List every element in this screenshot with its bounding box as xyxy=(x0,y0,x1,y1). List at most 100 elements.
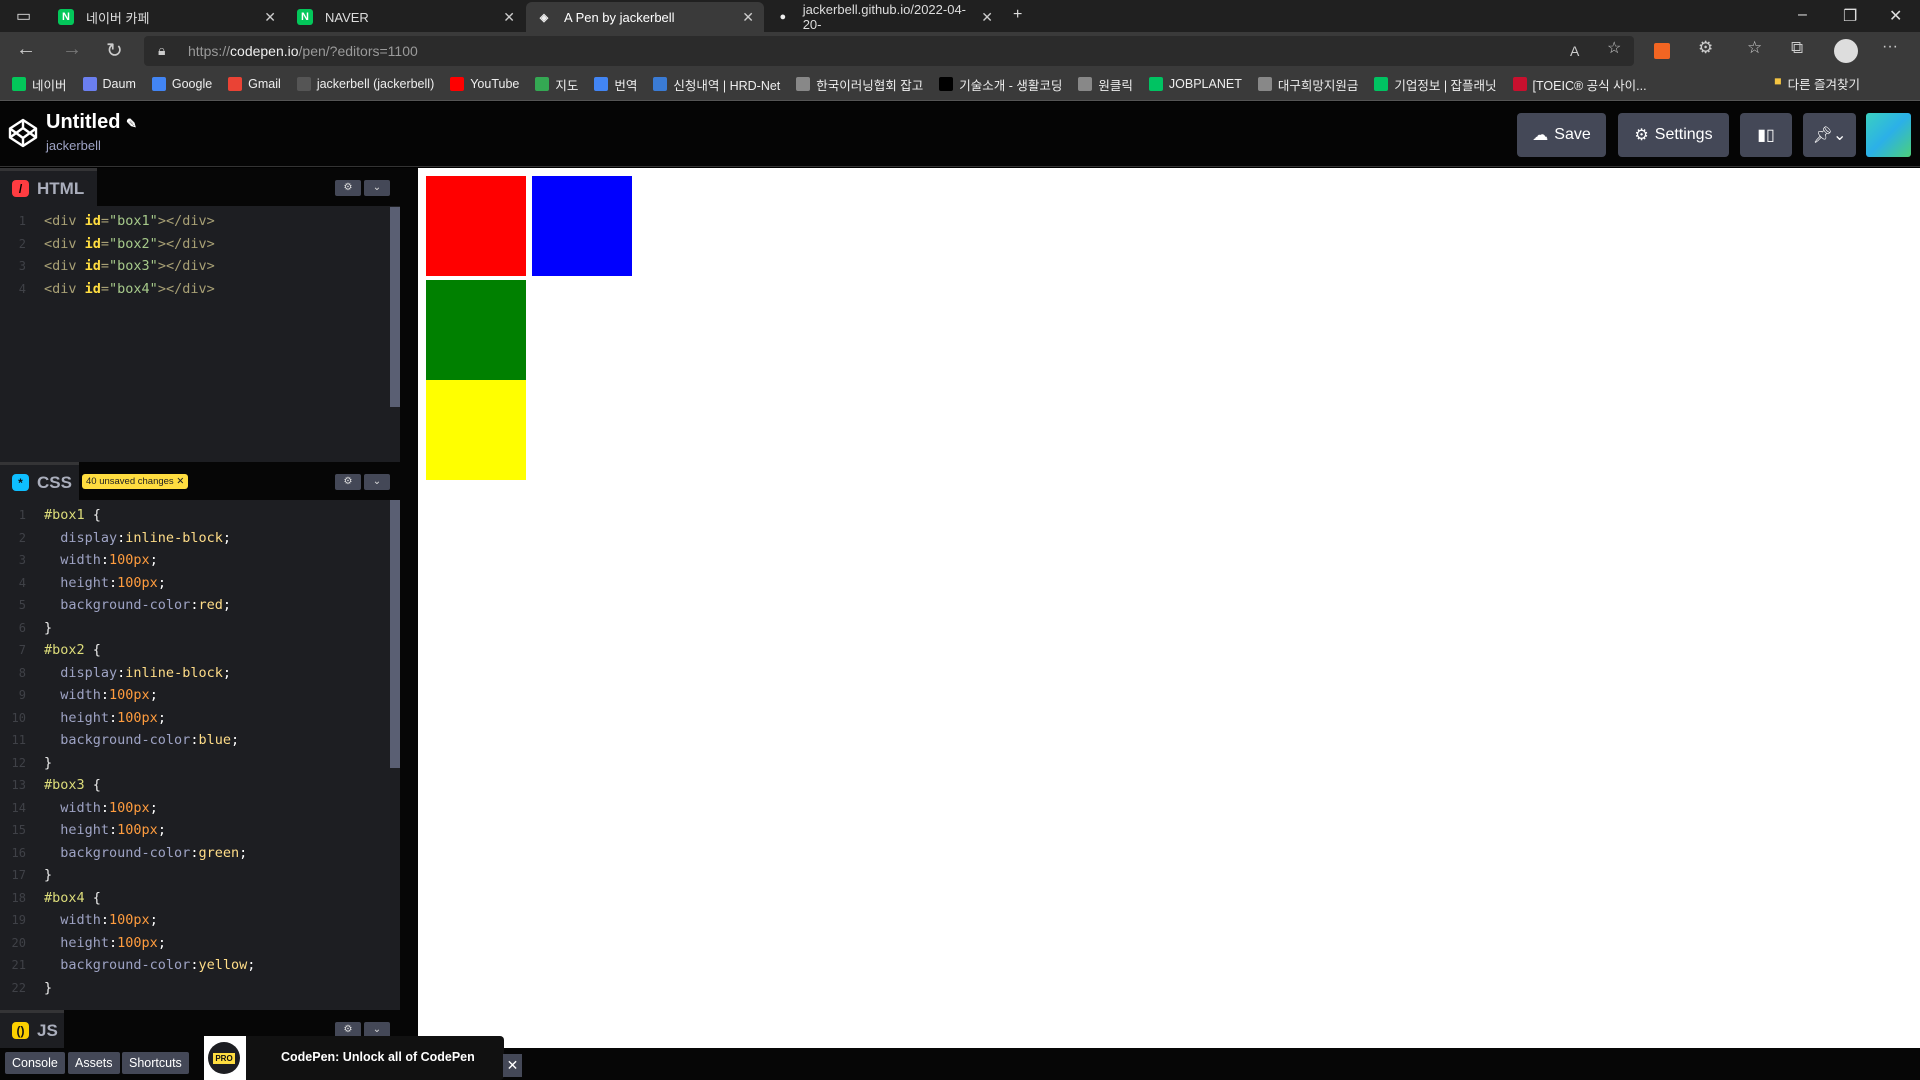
pro-promo-banner[interactable]: PRO CodePen: Unlock all of CodePen xyxy=(204,1036,504,1080)
assets-button[interactable]: Assets xyxy=(68,1052,120,1074)
browser-tab[interactable]: N 네이버 카페 ✕ xyxy=(48,2,286,32)
code-token: 100px xyxy=(109,687,150,703)
bookmark-item[interactable]: 기업정보 | 잡플래닛 xyxy=(1374,75,1497,94)
browser-tab[interactable]: ◈ A Pen by jackerbell ✕ xyxy=(526,2,764,32)
code-token: ></div> xyxy=(157,213,215,229)
address-bar[interactable]: https://codepen.io/pen/?editors=1100 xyxy=(144,36,1634,66)
browser-tab[interactable]: ● jackerbell.github.io/2022-04-20- ✕ xyxy=(765,2,1003,32)
extension-icon[interactable] xyxy=(1654,43,1670,59)
line-number: 2 xyxy=(18,236,26,251)
pen-title[interactable]: Untitled ✎ xyxy=(46,111,137,134)
codepen-logo-icon[interactable] xyxy=(8,118,38,148)
url-host: codepen.io xyxy=(230,43,299,59)
code-line: 10 height:100px; xyxy=(0,707,400,730)
extensions-icon[interactable]: ⚙ xyxy=(1698,38,1713,58)
bookmark-item[interactable]: 대구희망지원금 xyxy=(1257,75,1358,94)
user-avatar[interactable] xyxy=(1866,113,1911,157)
bookmark-favicon-icon xyxy=(1078,77,1093,91)
naver-icon: N xyxy=(297,9,313,25)
tab-actions-icon[interactable]: ▭ xyxy=(16,6,31,26)
html-scrollbar[interactable] xyxy=(390,207,400,407)
code-text: height:100px; xyxy=(44,572,166,595)
forward-icon[interactable]: → xyxy=(62,38,82,61)
code-line: 1 #box1 { xyxy=(0,504,400,527)
unsaved-changes-badge[interactable]: 40 unsaved changes ✕ xyxy=(82,474,189,489)
bookmark-item[interactable]: Google xyxy=(151,77,212,91)
pen-owner[interactable]: jackerbell xyxy=(46,138,101,153)
bookmark-item[interactable]: [TOEIC® 공식 사이... xyxy=(1512,75,1647,94)
more-menu-icon[interactable]: ··· xyxy=(1882,38,1898,56)
line-number: 17 xyxy=(11,868,26,882)
bookmark-item[interactable]: 기술소개 - 생활코딩 xyxy=(939,75,1062,94)
code-token: = xyxy=(100,258,110,274)
lock-icon[interactable]: 🔒︎ xyxy=(158,42,165,59)
html-settings-button[interactable]: ⚙ xyxy=(335,180,361,196)
css-collapse-button[interactable]: ⌄ xyxy=(364,474,390,490)
line-number: 11 xyxy=(11,733,26,747)
promo-text: CodePen: Unlock all of CodePen xyxy=(281,1050,475,1064)
add-favorite-icon[interactable]: ☆ xyxy=(1607,38,1621,58)
code-text: } xyxy=(44,977,52,1000)
bookmark-item[interactable]: YouTube xyxy=(450,77,519,91)
close-icon[interactable]: ✕ xyxy=(176,476,184,487)
bookmark-item[interactable]: jackerbell (jackerbell) xyxy=(296,77,434,91)
close-tab-icon[interactable]: ✕ xyxy=(503,9,515,26)
bookmark-item[interactable]: 지도 xyxy=(535,75,578,94)
resize-divider[interactable] xyxy=(400,168,418,1048)
html-editor-tab[interactable]: / HTML xyxy=(0,168,97,206)
console-button[interactable]: Console xyxy=(5,1052,65,1074)
save-button[interactable]: ☁ Save xyxy=(1517,113,1606,157)
pin-button[interactable]: 📌︎⌄ xyxy=(1803,113,1856,157)
css-code-editor[interactable]: 1 #box1 {2 display:inline-block; 3 width:1… xyxy=(0,504,400,1010)
restore-button[interactable]: ❐ xyxy=(1843,6,1857,26)
code-token: ; xyxy=(222,597,231,613)
code-token: : xyxy=(109,822,118,838)
code-token: ; xyxy=(239,844,248,861)
code-text: width:100px; xyxy=(44,549,158,572)
bookmark-item[interactable]: 네이버 xyxy=(12,75,67,94)
code-line: 4 <div id="box4"></div> xyxy=(0,278,400,301)
code-text: <div id="box2"></div> xyxy=(44,233,215,256)
change-view-button[interactable]: ▮▯ xyxy=(1740,113,1792,157)
code-token: 100px xyxy=(117,709,158,726)
close-promo-button[interactable]: ✕ xyxy=(503,1054,522,1077)
back-icon[interactable]: ← xyxy=(16,38,36,61)
read-aloud-icon[interactable]: A xyxy=(1570,43,1579,59)
css-editor-tab[interactable]: * CSS xyxy=(0,462,79,500)
code-token: = xyxy=(100,213,110,229)
close-tab-icon[interactable]: ✕ xyxy=(981,9,993,26)
close-tab-icon[interactable]: ✕ xyxy=(264,9,276,26)
bookmark-favicon-icon xyxy=(1512,77,1527,91)
bookmark-item[interactable]: Daum xyxy=(82,77,136,91)
bookmark-item[interactable]: JOBPLANET xyxy=(1148,77,1242,91)
browser-tab[interactable]: N NAVER ✕ xyxy=(287,2,525,32)
line-number: 12 xyxy=(11,755,26,770)
collections-icon[interactable]: ⧉ xyxy=(1791,38,1803,58)
other-bookmarks[interactable]: ■ 다른 즐겨찾기 xyxy=(1774,74,1860,93)
reload-icon[interactable]: ↻ xyxy=(106,38,123,63)
minimize-button[interactable]: – xyxy=(1798,6,1807,24)
shortcuts-button[interactable]: Shortcuts xyxy=(122,1052,189,1074)
code-text: display:inline-block; xyxy=(44,662,231,685)
js-editor-tab[interactable]: () JS xyxy=(0,1010,64,1048)
profile-avatar[interactable] xyxy=(1834,39,1858,63)
bookmark-item[interactable]: 원클릭 xyxy=(1078,75,1133,94)
settings-button[interactable]: ⚙ Settings xyxy=(1618,113,1729,157)
close-window-button[interactable]: ✕ xyxy=(1889,6,1902,26)
html-collapse-button[interactable]: ⌄ xyxy=(364,180,390,196)
line-number: 19 xyxy=(11,913,26,927)
favorites-icon[interactable]: ☆ xyxy=(1747,38,1762,58)
bookmark-item[interactable]: 신청내역 | HRD-Net xyxy=(653,75,780,94)
bookmark-item[interactable]: 번역 xyxy=(594,75,637,94)
new-tab-button[interactable]: + xyxy=(1013,6,1022,24)
css-settings-button[interactable]: ⚙ xyxy=(335,474,361,490)
edit-pencil-icon[interactable]: ✎ xyxy=(126,116,137,131)
css-scrollbar[interactable] xyxy=(390,500,400,768)
close-tab-icon[interactable]: ✕ xyxy=(742,9,754,26)
bookmark-item[interactable]: 한국이러닝협회 잡고 xyxy=(796,75,923,94)
bookmark-item[interactable]: Gmail xyxy=(228,77,281,91)
code-token: { xyxy=(92,777,101,793)
naver-cafe-icon: N xyxy=(58,9,74,25)
line-number: 10 xyxy=(11,710,26,725)
html-code-editor[interactable]: 1 <div id="box1"></div> 2 <div id="box2"></… xyxy=(0,210,400,462)
